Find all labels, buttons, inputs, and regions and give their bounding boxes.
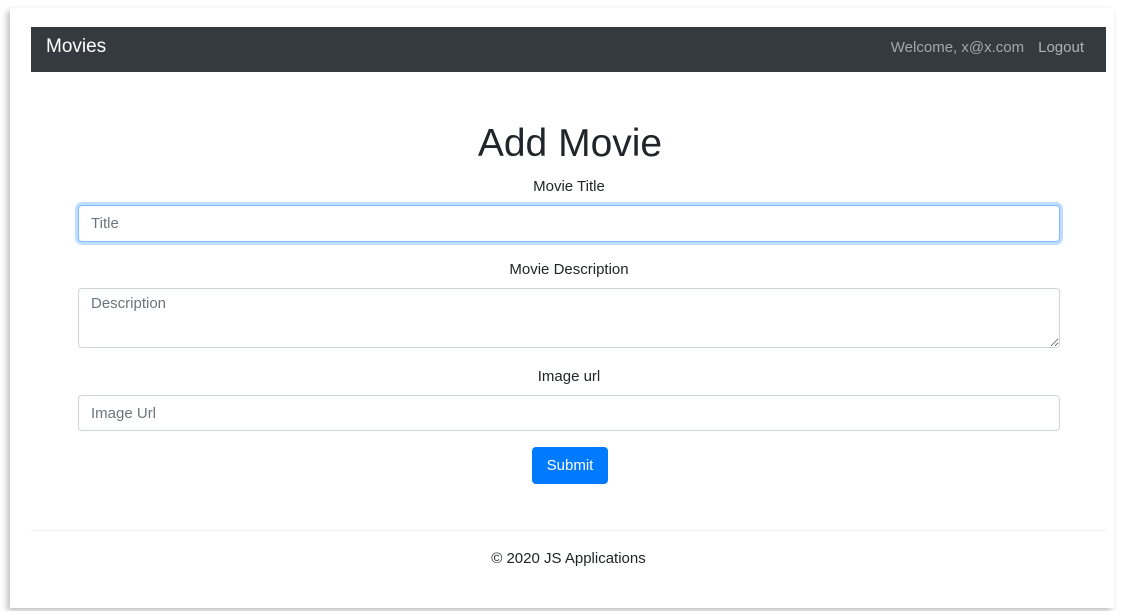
welcome-message: Welcome, x@x.com — [890, 39, 1025, 56]
title-input[interactable] — [78, 205, 1060, 242]
footer: © 2020 JS Applications — [31, 550, 1106, 567]
logout-link[interactable]: Logout — [1038, 39, 1084, 56]
navbar-user-area: Welcome, x@x.com Logout — [891, 39, 1084, 56]
description-label: Movie Description — [509, 261, 629, 278]
description-textarea[interactable] — [78, 288, 1060, 348]
brand-link[interactable]: Movies — [46, 36, 106, 58]
image-url-input[interactable] — [78, 395, 1060, 431]
submit-button[interactable]: Submit — [532, 447, 608, 484]
image-url-label: Image url — [537, 368, 601, 385]
footer-copyright: © 2020 JS Applications — [491, 550, 646, 567]
page-title: Add Movie — [477, 122, 663, 165]
navbar: Movies Welcome, x@x.com Logout — [31, 27, 1106, 72]
page-title-wrap: Add Movie — [0, 120, 1122, 168]
footer-divider — [31, 530, 1106, 531]
title-label: Movie Title — [533, 178, 605, 195]
